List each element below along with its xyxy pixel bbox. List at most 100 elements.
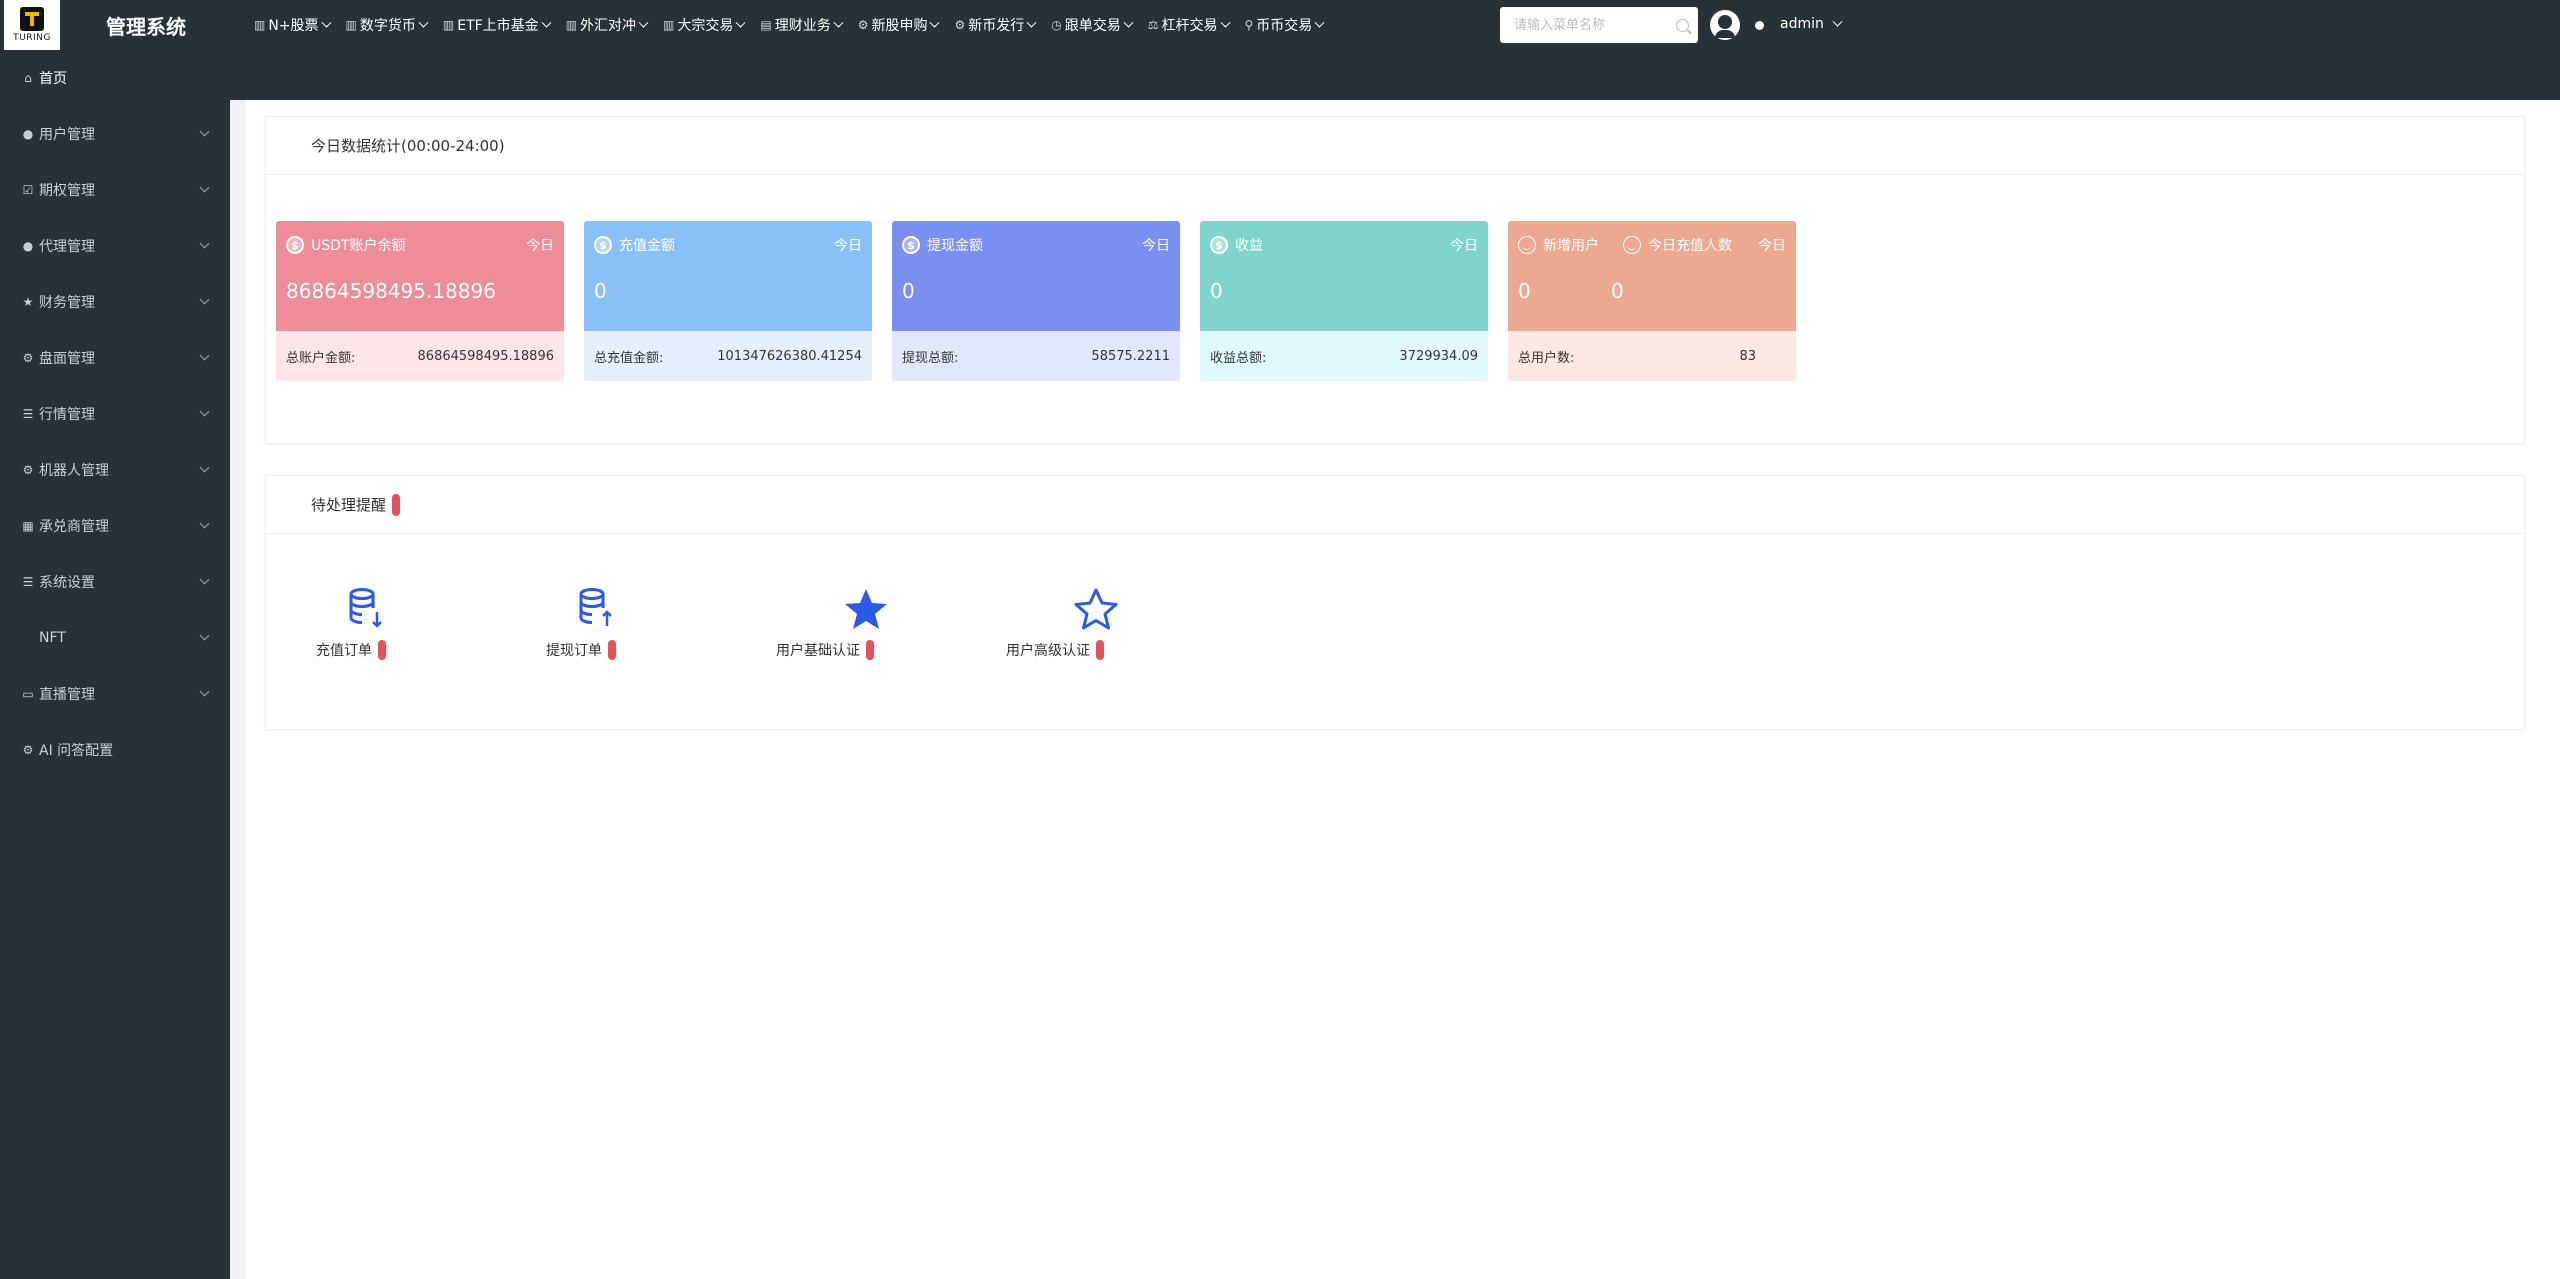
topnav-item-crypto[interactable]: ▥ 数字货币 [338, 0, 435, 50]
user-icon: ● [22, 239, 34, 253]
stat-card-usdt-balance: $ USDT账户余额 今日 86864598495.18896 总账户金额: 868… [276, 221, 564, 381]
chevron-down-icon [541, 17, 552, 28]
stat-card-tag: 今日 [526, 238, 554, 254]
topnav-item-ipo[interactable]: ⚙ 新股申购 [850, 0, 947, 50]
gear-icon: ⚙ [22, 743, 34, 757]
chevron-down-icon [199, 238, 210, 249]
chevron-down-icon [199, 574, 210, 585]
database-download-icon [316, 584, 416, 634]
todo-item-badge [608, 640, 616, 660]
topnav-item-bulk[interactable]: ▥ 大宗交易 [655, 0, 752, 50]
stat-card-footer-value: 101347626380.41254 [717, 348, 862, 364]
topnav-item-spot[interactable]: ⚲ 币币交易 [1237, 0, 1332, 50]
stat-card-footer-value: 86864598495.18896 [417, 348, 554, 364]
sidebar-item-settings[interactable]: ☰ 系统设置 [0, 554, 230, 610]
bar-chart-icon: ▥ [254, 18, 266, 32]
stat-card-withdraw: $ 提现金额 今日 0 提现总额: 58575.2211 [892, 221, 1180, 381]
sidebar-item-ai-qa[interactable]: ⚙ AI 问答配置 [0, 722, 230, 778]
stats-panel: 今日数据统计(00:00-24:00) $ USDT账户余额 今日 8686459… [265, 116, 2525, 444]
scale-icon: ⚖ [1147, 18, 1159, 32]
stat-card-footer-label: 提现总额: [902, 350, 959, 366]
topnav-item-copy-trade[interactable]: ◷ 跟单交易 [1043, 0, 1139, 50]
video-icon: ▭ [22, 687, 34, 701]
user-menu[interactable]: admin [1780, 16, 1843, 32]
stat-card-tag: 今日 [1450, 238, 1478, 254]
chevron-down-icon [199, 518, 210, 529]
search-icon[interactable] [1676, 18, 1689, 32]
dollar-coin-icon: $ [902, 236, 920, 254]
todo-item-withdraw-orders[interactable]: 提现订单 [546, 584, 776, 660]
sidebar-item-users[interactable]: ● 用户管理 [0, 106, 230, 162]
stats-cards: $ USDT账户余额 今日 86864598495.18896 总账户金额: 868… [276, 221, 1816, 381]
star-filled-icon [816, 584, 916, 634]
stat-card-footer-label: 总用户数: [1518, 350, 1575, 366]
todo-panel-title: 待处理提醒 [266, 476, 2524, 534]
todo-count-badge [392, 493, 401, 516]
calendar-icon: ▤ [760, 18, 772, 32]
chevron-down-icon [199, 462, 210, 473]
menu-search-input[interactable] [1514, 8, 1674, 42]
tabs-bar [230, 50, 2560, 100]
clock-icon: ◷ [1051, 18, 1062, 32]
user-icon: ● [22, 127, 34, 141]
chevron-down-icon [321, 17, 331, 28]
sidebar-item-options[interactable]: ☑ 期权管理 [0, 162, 230, 218]
avatar[interactable] [1710, 10, 1740, 40]
sidebar-item-nft[interactable]: NFT [0, 610, 230, 666]
list-icon: ☰ [22, 407, 34, 421]
dollar-coin-icon: $ [286, 236, 304, 254]
gear-icon: ⚙ [22, 351, 34, 365]
topnav-item-leverage[interactable]: ⚖ 杠杆交易 [1140, 0, 1237, 50]
stat-card-footer-value: 58575.2211 [1091, 348, 1170, 364]
pin-icon: ⚲ [1244, 18, 1254, 32]
sidebar-item-acceptors[interactable]: ▦ 承兑商管理 [0, 498, 230, 554]
stat-card-footer-value: 83 [1739, 348, 1756, 364]
stat-card-value: 0 [1210, 279, 1223, 303]
sidebar-item-live[interactable]: ▭ 直播管理 [0, 666, 230, 722]
chevron-down-icon [638, 17, 649, 28]
sidebar-item-finance[interactable]: ★ 财务管理 [0, 274, 230, 330]
sidebar-item-quotes[interactable]: ☰ 行情管理 [0, 386, 230, 442]
bar-chart-icon: ▥ [442, 18, 455, 32]
sidebar-item-market-board[interactable]: ⚙ 盘面管理 [0, 330, 230, 386]
logo-text: TURING [13, 33, 51, 43]
stat-card-tag: 今日 [1142, 238, 1170, 254]
dollar-coin-icon: $ [594, 236, 612, 254]
todo-item-deposit-orders[interactable]: 充值订单 [316, 584, 546, 660]
topnav-item-etf[interactable]: ▥ ETF上市基金 [435, 0, 558, 50]
stat-card-value-2: 0 [1611, 279, 1624, 303]
table-icon: ▦ [22, 519, 34, 533]
chevron-down-icon [418, 17, 429, 28]
logo[interactable]: TURING [4, 0, 60, 50]
stat-card-footer-label: 总充值金额: [594, 350, 664, 366]
logo-mark-icon [20, 7, 44, 31]
user-name: admin [1780, 16, 1824, 32]
sidebar-item-robots[interactable]: ⚙ 机器人管理 [0, 442, 230, 498]
stat-card-value: 0 [1518, 279, 1531, 303]
sidebar-item-agents[interactable]: ● 代理管理 [0, 218, 230, 274]
chevron-down-icon [930, 17, 940, 28]
topnav-item-new-coin[interactable]: ⚙ 新币发行 [946, 0, 1043, 50]
gear-icon: ⚙ [22, 463, 34, 477]
stat-card-value: 0 [902, 279, 915, 303]
chevron-down-icon [199, 686, 210, 697]
chevron-down-icon [833, 17, 844, 28]
chevron-down-icon [199, 126, 210, 137]
sidebar: ⌂ 首页 ● 用户管理 ☑ 期权管理 ● 代理管理 ★ 财务管理 ⚙ 盘面管理 ☰ 行情管理 … [0, 50, 230, 1279]
todo-item-advanced-verification[interactable]: 用户高级认证 [1006, 584, 1236, 660]
bar-chart-icon: ▥ [565, 18, 578, 32]
topnav-item-stocks[interactable]: ▥ N+股票 [246, 0, 338, 50]
star-icon: ★ [22, 295, 34, 309]
chevron-down-icon [735, 17, 746, 28]
menu-search [1500, 7, 1698, 43]
sidebar-item-home[interactable]: ⌂ 首页 [0, 50, 230, 106]
topnav-item-wealth[interactable]: ▤ 理财业务 [752, 0, 849, 50]
todo-item-basic-verification[interactable]: 用户基础认证 [776, 584, 1006, 660]
stats-panel-title: 今日数据统计(00:00-24:00) [266, 117, 2524, 175]
chevron-down-icon [1832, 16, 1843, 27]
stat-card-tag: 今日 [1758, 238, 1786, 254]
chevron-down-icon [199, 406, 210, 417]
topnav-item-forex[interactable]: ▥ 外汇对冲 [558, 0, 655, 50]
stat-card-new-users: 新增用户 今日充值人数 今日 00 总用户数: 83 [1508, 221, 1796, 381]
chevron-down-icon [1220, 17, 1230, 28]
